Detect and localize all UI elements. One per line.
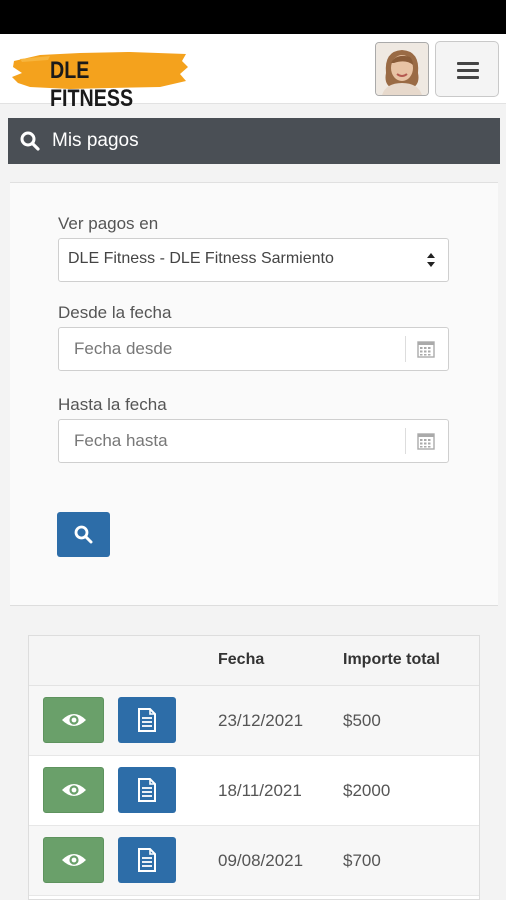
logo-text: DLE FITNESS [50,57,134,112]
column-header-date: Fecha [218,651,265,668]
view-payment-button[interactable] [43,767,104,813]
payments-table: Fecha Importe total 23/12/2021 $500 18/1… [28,635,480,900]
calendar-icon[interactable] [416,339,436,359]
hamburger-icon-line [457,69,479,72]
document-icon [138,848,156,872]
receipt-button[interactable] [118,767,176,813]
gym-select-label: Ver pagos en [58,214,159,233]
panel-header: Mis pagos [8,118,500,164]
top-navbar: DLE FITNESS [0,34,506,112]
page-title: Mis pagos [52,130,139,151]
divider [405,428,406,454]
to-date-field [58,419,449,463]
view-payment-button[interactable] [43,837,104,883]
table-row: 09/08/2021 $700 [29,826,479,896]
from-date-field [58,327,449,371]
view-payment-button[interactable] [43,697,104,743]
table-row: 23/12/2021 $500 [29,686,479,756]
user-avatar[interactable] [375,42,429,96]
from-date-input[interactable] [59,328,405,370]
gym-select-value: DLE Fitness - DLE Fitness Sarmiento [68,250,334,267]
eye-icon [62,784,86,796]
search-icon [74,525,93,544]
table-header: Fecha Importe total [29,636,479,686]
document-icon [138,708,156,732]
gym-select[interactable]: DLE Fitness - DLE Fitness Sarmiento [58,238,449,282]
to-date-input[interactable] [59,420,405,462]
to-date-label: Hasta la fecha [58,395,167,414]
search-icon [20,131,40,151]
status-bar [0,0,506,34]
divider [405,336,406,362]
eye-icon [62,714,86,726]
payment-amount: $500 [343,711,381,730]
receipt-button[interactable] [118,697,176,743]
payment-amount: $700 [343,851,381,870]
hamburger-icon-line [457,76,479,79]
payment-date: 18/11/2021 [218,781,302,800]
receipt-button[interactable] [118,837,176,883]
table-row: 18/11/2021 $2000 [29,756,479,826]
document-icon [138,778,156,802]
eye-icon [62,854,86,866]
from-date-label: Desde la fecha [58,303,172,322]
hamburger-icon-line [457,62,479,65]
avatar-photo-icon [376,43,428,95]
select-arrows-icon [427,253,435,267]
payment-date: 09/08/2021 [218,851,304,870]
column-header-amount: Importe total [343,651,440,668]
menu-toggle-button[interactable] [435,41,499,97]
brand-logo[interactable]: DLE FITNESS [10,47,190,112]
payment-amount: $2000 [343,781,391,800]
calendar-icon[interactable] [416,431,436,451]
payment-date: 23/12/2021 [218,711,304,730]
search-button[interactable] [57,512,110,557]
